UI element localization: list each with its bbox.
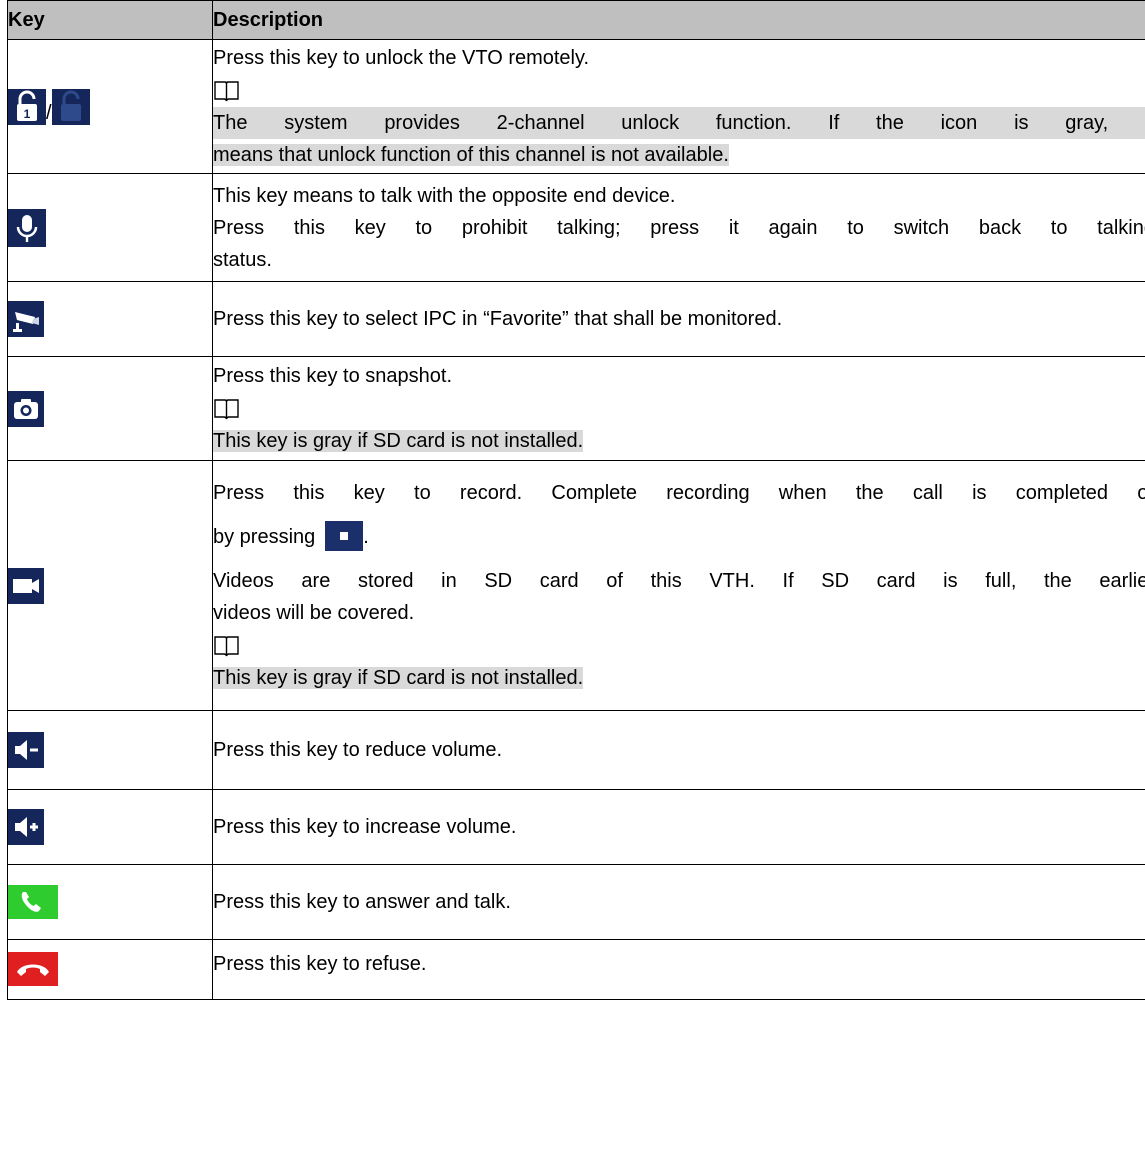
description-cell: Press this key to reduce volume. <box>212 710 1145 790</box>
description-cell: Press this key to answer and talk. <box>212 864 1145 940</box>
microphone-icon <box>8 208 46 247</box>
key-description-table: Key Description 1 / Press this key to un… <box>7 0 1145 1000</box>
table-row: Press this key to record. Complete recor… <box>7 460 1145 711</box>
video-record-icon <box>8 567 44 604</box>
answer-call-icon <box>8 885 58 919</box>
description-cell: Press this key to increase volume. <box>212 789 1145 865</box>
description-line: Press this key to increase volume. <box>213 816 517 838</box>
description-line: Press this key to prohibit talking; pres… <box>213 216 1145 239</box>
note-line: This key is gray if SD card is not insta… <box>213 429 584 452</box>
note-book-icon <box>213 79 240 103</box>
description-cell: Press this key to snapshot. This key is … <box>212 356 1145 461</box>
unlock-icon: 1 <box>8 88 46 125</box>
stop-icon <box>325 521 364 552</box>
key-cell <box>7 710 213 790</box>
header-description: Description <box>212 0 1145 40</box>
description-line: Press this key to select IPC in “Favorit… <box>213 308 783 330</box>
description-line: Press this key to refuse. <box>213 953 427 975</box>
note-line: means that unlock function of this chann… <box>213 143 729 166</box>
description-cell: Press this key to record. Complete recor… <box>212 460 1145 711</box>
description-line: This key means to talk with the opposite… <box>213 184 676 207</box>
camera-favorite-icon <box>8 301 44 337</box>
table-row: Press this key to refuse. <box>7 939 1145 1000</box>
key-cell <box>7 864 213 940</box>
table-row: Press this key to reduce volume. <box>7 710 1145 790</box>
description-cell: Press this key to refuse. <box>212 939 1145 1000</box>
description-line: videos will be covered. <box>213 602 415 625</box>
description-line: status. <box>213 248 272 271</box>
note-line: This key is gray if SD card is not insta… <box>213 666 584 689</box>
key-cell: 1 / <box>7 39 213 174</box>
table-header-row: Key Description <box>7 0 1145 40</box>
header-key: Key <box>7 0 213 40</box>
note-line: The system provides 2-channel unlock fun… <box>213 106 1145 139</box>
description-cell: Press this key to select IPC in “Favorit… <box>212 281 1145 357</box>
description-line: Videos are stored in SD card of this VTH… <box>213 570 1145 593</box>
description-cell: Press this key to unlock the VTO remotel… <box>212 39 1145 174</box>
table-row: This key means to talk with the opposite… <box>7 173 1145 282</box>
key-cell <box>7 460 213 711</box>
key-cell <box>7 173 213 282</box>
hang-up-icon <box>8 952 58 986</box>
description-line: by pressing. <box>213 509 1145 565</box>
table-row: Press this key to increase volume. <box>7 789 1145 865</box>
table-row: Press this key to answer and talk. <box>7 864 1145 940</box>
volume-down-icon <box>8 732 44 768</box>
table-row: Press this key to select IPC in “Favorit… <box>7 281 1145 357</box>
description-cell: This key means to talk with the opposite… <box>212 173 1145 282</box>
description-line: Press this key to unlock the VTO remotel… <box>213 47 590 70</box>
key-cell <box>7 939 213 1000</box>
note-book-icon <box>213 397 240 421</box>
key-cell <box>7 789 213 865</box>
key-cell <box>7 356 213 461</box>
table-row: 1 / Press this key to unlock the VTO rem… <box>7 39 1145 174</box>
description-line: Press this key to answer and talk. <box>213 891 511 913</box>
volume-up-icon <box>8 809 44 845</box>
description-line: Press this key to record. Complete recor… <box>213 482 1145 505</box>
description-line: Press this key to reduce volume. <box>213 739 503 761</box>
key-cell <box>7 281 213 357</box>
note-book-icon <box>213 634 240 658</box>
unlock-disabled-icon <box>51 88 90 125</box>
description-line: Press this key to snapshot. <box>213 365 453 388</box>
table-row: Press this key to snapshot. This key is … <box>7 356 1145 461</box>
svg-text:1: 1 <box>24 107 31 121</box>
snapshot-camera-icon <box>8 390 44 427</box>
